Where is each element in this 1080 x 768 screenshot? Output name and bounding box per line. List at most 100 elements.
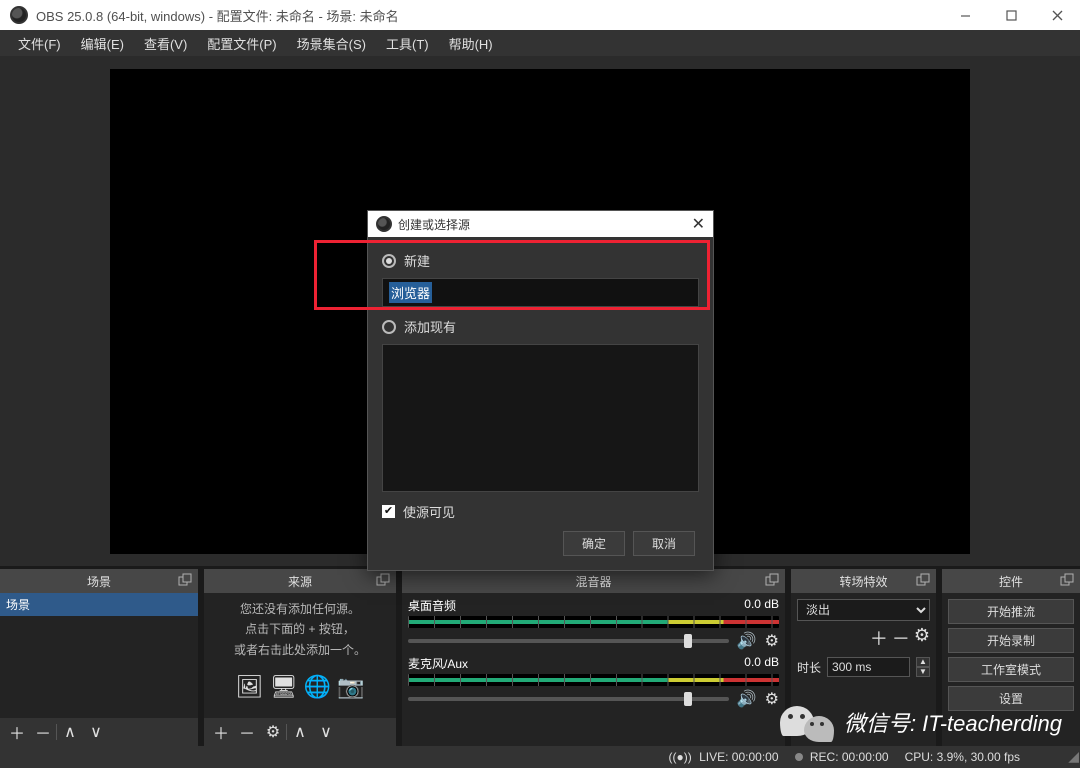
cancel-button[interactable]: 取消 — [633, 531, 695, 556]
sources-toolbar: ＋ － ⚙ ∧ ∨ — [204, 718, 396, 746]
make-visible-checkbox[interactable]: ✔ 使源可见 — [382, 502, 699, 521]
remove-source-button[interactable]: － — [234, 720, 260, 744]
hint-line: 或者右击此处添加一个。 — [210, 640, 390, 660]
menu-bar: 文件(F) 编辑(E) 查看(V) 配置文件(P) 场景集合(S) 工具(T) … — [0, 30, 1080, 56]
popout-icon[interactable] — [916, 573, 930, 587]
add-transition-button[interactable]: ＋ — [870, 625, 888, 651]
mixer-panel: 混音器 桌面音频 0.0 dB 🔊 ⚙ 麦克风/Aux 0.0 dB 🔊 ⚙ — [402, 569, 785, 746]
resize-grip-icon[interactable]: ◢ — [1068, 748, 1076, 765]
globe-icon: 🌐 — [304, 668, 331, 705]
radio-icon — [382, 254, 396, 268]
record-dot-icon — [795, 753, 803, 761]
channel-db: 0.0 dB — [744, 655, 779, 672]
add-source-button[interactable]: ＋ — [208, 720, 234, 744]
image-icon: 🖼 — [236, 668, 264, 705]
checkbox-label: 使源可见 — [403, 502, 455, 521]
popout-icon[interactable] — [765, 573, 779, 587]
source-name-input[interactable]: 浏览器 — [382, 278, 699, 307]
source-props-button[interactable]: ⚙ — [260, 720, 286, 744]
rec-time: 00:00:00 — [842, 750, 889, 764]
sources-title: 来源 — [288, 573, 312, 590]
transitions-title: 转场特效 — [839, 573, 887, 590]
display-icon: 🖥 — [270, 668, 298, 705]
volume-slider[interactable] — [408, 697, 729, 701]
ok-button[interactable]: 确定 — [563, 531, 625, 556]
minimize-button[interactable] — [942, 0, 988, 30]
menu-view[interactable]: 查看(V) — [134, 31, 197, 56]
radio-label: 新建 — [404, 251, 430, 270]
gear-icon[interactable]: ⚙ — [765, 689, 779, 709]
window-title: OBS 25.0.8 (64-bit, windows) - 配置文件: 未命名… — [36, 6, 399, 25]
remove-scene-button[interactable]: － — [30, 720, 56, 744]
duration-input[interactable] — [827, 657, 910, 677]
sources-panel: 来源 您还没有添加任何源。 点击下面的 + 按钮， 或者右击此处添加一个。 🖼 … — [204, 569, 396, 746]
studio-mode-button[interactable]: 工作室模式 — [948, 657, 1074, 682]
camera-icon: 📷 — [337, 668, 364, 705]
menu-scenes[interactable]: 场景集合(S) — [287, 31, 376, 56]
input-selected-text: 浏览器 — [389, 282, 432, 303]
create-source-dialog: 创建或选择源 ✕ 新建 浏览器 添加现有 ✔ 使源可见 确定 取消 — [367, 210, 714, 571]
wechat-icon — [780, 702, 834, 742]
popout-icon[interactable] — [1060, 573, 1074, 587]
vu-meter — [408, 674, 779, 686]
scene-down-button[interactable]: ∨ — [83, 720, 109, 744]
transition-select[interactable]: 淡出 — [797, 599, 930, 621]
scenes-title: 场景 — [87, 573, 111, 590]
menu-profile[interactable]: 配置文件(P) — [197, 31, 286, 56]
close-button[interactable] — [1034, 0, 1080, 30]
scenes-toolbar: ＋ － ∧ ∨ — [0, 718, 198, 746]
watermark: 微信号: IT-teacherding — [780, 702, 1062, 742]
duration-label: 时长 — [797, 659, 821, 676]
cpu-status: CPU: 3.9%, 30.00 fps — [905, 750, 1020, 764]
volume-slider[interactable] — [408, 639, 729, 643]
mixer-channel: 麦克风/Aux 0.0 dB 🔊 ⚙ — [408, 655, 779, 709]
broadcast-icon: ((●)) — [669, 750, 692, 764]
rec-label: REC: — [810, 750, 839, 764]
menu-edit[interactable]: 编辑(E) — [71, 31, 134, 56]
radio-add-existing[interactable]: 添加现有 — [382, 317, 699, 336]
hint-line: 您还没有添加任何源。 — [210, 599, 390, 619]
add-scene-button[interactable]: ＋ — [4, 720, 30, 744]
menu-file[interactable]: 文件(F) — [8, 31, 71, 56]
dialog-title: 创建或选择源 — [398, 216, 470, 233]
radio-create-new[interactable]: 新建 — [382, 251, 699, 270]
popout-icon[interactable] — [178, 573, 192, 587]
maximize-button[interactable] — [988, 0, 1034, 30]
menu-help[interactable]: 帮助(H) — [439, 31, 503, 56]
mixer-title: 混音器 — [575, 573, 611, 590]
live-label: LIVE: — [699, 750, 728, 764]
scenes-panel: 场景 场景 ＋ － ∧ ∨ — [0, 569, 198, 746]
window-titlebar: OBS 25.0.8 (64-bit, windows) - 配置文件: 未命名… — [0, 0, 1080, 30]
speaker-icon[interactable]: 🔊 — [737, 689, 757, 709]
scene-up-button[interactable]: ∧ — [57, 720, 83, 744]
obs-logo-icon — [376, 216, 392, 232]
remove-transition-button[interactable]: － — [892, 625, 910, 651]
live-time: 00:00:00 — [732, 750, 779, 764]
source-down-button[interactable]: ∨ — [313, 720, 339, 744]
gear-icon[interactable]: ⚙ — [765, 631, 779, 651]
hint-line: 点击下面的 + 按钮， — [210, 619, 390, 639]
sources-empty-hint: 您还没有添加任何源。 点击下面的 + 按钮， 或者右击此处添加一个。 🖼 🖥 🌐… — [204, 593, 396, 718]
mixer-channel: 桌面音频0.0 dB 🔊⚙ — [408, 597, 779, 651]
start-streaming-button[interactable]: 开始推流 — [948, 599, 1074, 624]
menu-tools[interactable]: 工具(T) — [376, 31, 439, 56]
controls-title: 控件 — [999, 573, 1023, 590]
status-bar: ((●)) LIVE: 00:00:00 REC: 00:00:00 CPU: … — [0, 746, 1080, 768]
existing-sources-list[interactable] — [382, 344, 699, 492]
watermark-text: 微信号: IT-teacherding — [844, 706, 1062, 738]
source-up-button[interactable]: ∧ — [287, 720, 313, 744]
duration-spinner[interactable]: ▲▼ — [916, 657, 930, 677]
dialog-close-button[interactable]: ✕ — [692, 214, 705, 234]
radio-icon — [382, 320, 396, 334]
obs-logo-icon — [10, 6, 28, 24]
dialog-titlebar[interactable]: 创建或选择源 ✕ — [368, 211, 713, 237]
channel-name: 桌面音频 — [408, 597, 456, 614]
vu-meter — [408, 616, 779, 628]
checkbox-icon: ✔ — [382, 505, 395, 518]
transition-settings-button[interactable]: ⚙ — [914, 625, 930, 651]
scene-item[interactable]: 场景 — [0, 593, 198, 616]
start-recording-button[interactable]: 开始录制 — [948, 628, 1074, 653]
popout-icon[interactable] — [376, 573, 390, 587]
speaker-icon[interactable]: 🔊 — [737, 631, 757, 651]
channel-name: 麦克风/Aux — [408, 655, 468, 672]
